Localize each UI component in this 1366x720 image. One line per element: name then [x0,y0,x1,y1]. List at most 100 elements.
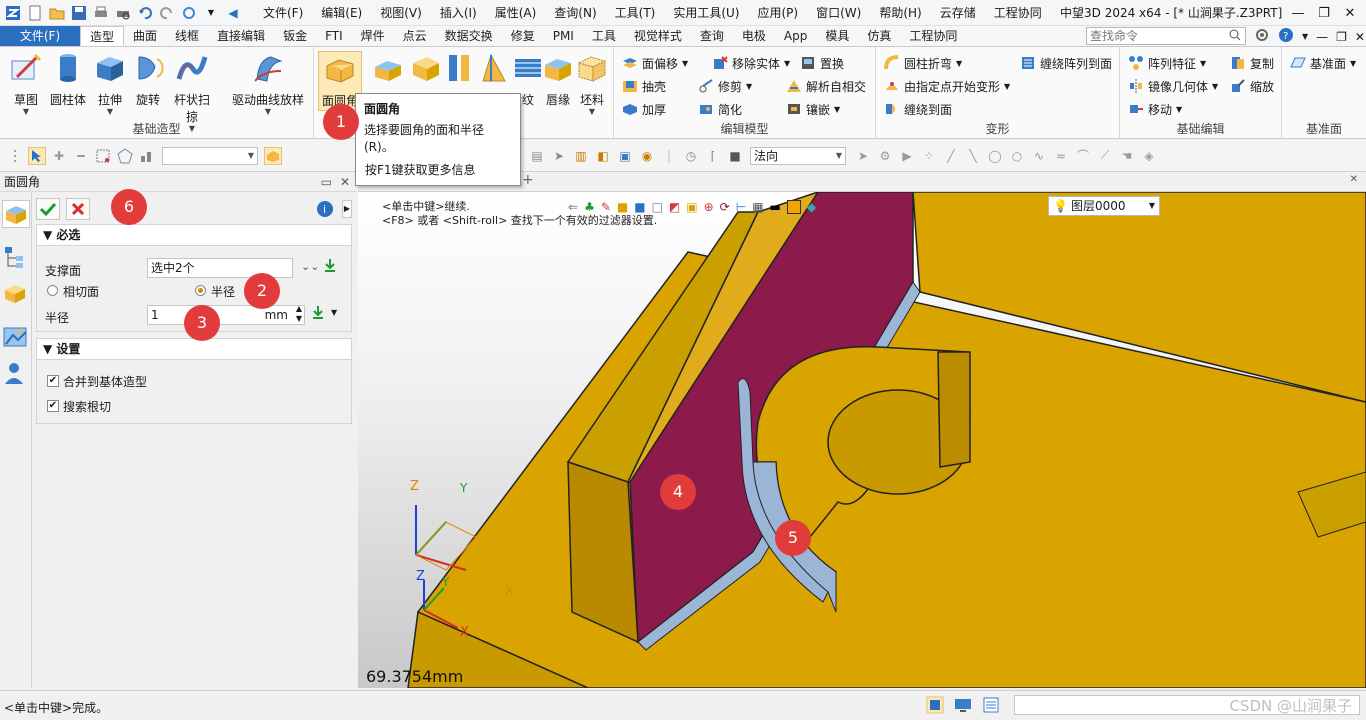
replace-button[interactable]: 置换 [800,53,844,73]
shell-button[interactable]: 抽壳 [622,76,666,96]
history-tree-icon[interactable] [2,244,30,272]
tab-weldment[interactable]: 焊件 [352,26,394,46]
mirror-geometry-button[interactable]: 镜像几何体 ▼ [1128,76,1218,96]
snap-circle-icon[interactable]: ◯ [986,147,1004,165]
panel-pin-icon[interactable]: ▭ [321,172,332,192]
resolve-self-intersect-button[interactable]: 解析自相交 [786,76,866,96]
status-panel-icon[interactable] [926,696,944,717]
wrap-pattern-button[interactable]: 缠绕阵列到面 [1020,53,1112,73]
tab-electrode[interactable]: 电极 [733,26,775,46]
wrap-to-face-button[interactable]: 缠绕到面 [884,99,952,119]
3d-viewport[interactable]: Z Y X Z Y X <单击中键>继续. <F8> 或者 <Shift-rol… [358,192,1366,688]
info-icon[interactable]: i [316,200,334,221]
undo-icon[interactable] [136,4,154,22]
part-icon[interactable] [2,280,30,308]
menu-utilities[interactable]: 实用工具(U) [664,0,748,26]
tab-direct-edit[interactable]: 直接编辑 [208,26,274,46]
tool-palette-icon[interactable]: ◉ [638,147,656,165]
menu-file[interactable]: 文件(F) [254,0,312,26]
deform-from-point-button[interactable]: 由指定点开始变形 ▼ [884,76,1010,96]
cancel-button[interactable] [66,198,90,220]
back-arrow-icon[interactable]: ◀ [224,4,242,22]
tab-modeling[interactable]: 造型 [80,26,125,46]
tool-stop-icon[interactable]: ■ [726,147,744,165]
menu-edit[interactable]: 编辑(E) [312,0,371,26]
user-icon[interactable] [2,360,30,388]
tab-file[interactable]: 文件(F) [0,26,80,46]
command-search-input[interactable]: 查找命令 [1086,27,1246,45]
ribbon-close-icon[interactable]: ✕ [1355,30,1365,44]
select-arrow-icon[interactable] [28,146,46,165]
ribbon-restore-icon[interactable]: ❐ [1336,30,1347,44]
pattern-feature-button[interactable]: 阵列特征 ▼ [1128,53,1206,73]
new-file-icon[interactable] [26,4,44,22]
snap-eye-icon[interactable]: ◈ [1140,147,1158,165]
revolve-button[interactable]: 旋转 [126,51,170,108]
snap-gear-icon[interactable]: ⚙ [876,147,894,165]
docbar-close-icon[interactable]: ✕ [1350,174,1358,185]
vp-box-icon[interactable]: ■ [617,200,628,214]
menu-window[interactable]: 窗口(W) [807,0,870,26]
vp-layer-icon[interactable]: ◆ [807,200,816,214]
tab-query[interactable]: 查询 [691,26,733,46]
trim-button[interactable]: 修剪 ▼ [698,76,752,96]
help-icon[interactable]: ? [1278,27,1294,46]
merge-checkbox[interactable]: ✔ [47,375,59,387]
minimize-icon[interactable]: — [1288,3,1308,23]
tab-visual-style[interactable]: 视觉样式 [625,26,691,46]
ribbon-dropdown-icon[interactable]: ▼ [1302,32,1308,41]
status-monitor-icon[interactable] [954,696,972,717]
tool-pointer-icon[interactable]: ➤ [550,147,568,165]
tool-grid-icon[interactable]: ▤ [528,147,546,165]
vp-rotate-icon[interactable]: ⟳ [720,200,730,214]
snap-wave2-icon[interactable]: ≈ [1052,147,1070,165]
add-tab-icon[interactable]: + [522,172,534,188]
required-section-header[interactable]: ▼ 必选 [36,224,352,246]
settings-section-header[interactable]: ▼ 设置 [36,338,352,360]
print-preview-icon[interactable] [114,4,132,22]
tab-surface[interactable]: 曲面 [124,26,166,46]
polygon-select-icon[interactable] [116,147,134,165]
tab-simulation[interactable]: 仿真 [858,26,900,46]
redo-icon[interactable] [158,4,176,22]
tab-tools[interactable]: 工具 [583,26,625,46]
regenerate-icon[interactable] [180,4,198,22]
menu-tools[interactable]: 工具(T) [606,0,665,26]
snap-circle2-icon[interactable]: ○ [1008,147,1026,165]
snap-slash-icon[interactable]: ⟋ [1096,147,1114,165]
view-manager-icon[interactable] [2,324,30,352]
menu-insert[interactable]: 插入(I) [431,0,486,26]
tab-point-cloud[interactable]: 点云 [394,26,436,46]
inlay-button[interactable]: 镶嵌 ▼ [786,99,840,119]
status-list-icon[interactable] [982,696,1000,717]
face-offset-button[interactable]: 面偏移 ▼ [622,53,688,73]
tab-wireframe[interactable]: 线框 [166,26,208,46]
tab-sheetmetal[interactable]: 钣金 [274,26,316,46]
vp-pen-icon[interactable]: ✎ [601,200,611,214]
layer-combo[interactable]: 💡 图层0000 ▼ [1048,196,1160,216]
spinner-icon[interactable]: ▲ ▼ [296,304,302,324]
snap-pointer-icon[interactable]: ➤ [854,147,872,165]
tab-app[interactable]: App [775,26,816,46]
vp-dimension-icon[interactable]: ⊢ [736,200,746,214]
tab-fti[interactable]: FTI [316,26,352,46]
cylinder-bend-button[interactable]: 圆柱折弯 ▼ [884,53,962,73]
thicken-button[interactable]: 加厚 [622,99,666,119]
green-pick-icon[interactable] [323,258,337,277]
drive-curve-loft-button[interactable]: 驱动曲线放样 ▼ [228,51,308,116]
print-icon[interactable] [92,4,110,22]
tab-engineering-collab[interactable]: 工程协同 [900,26,966,46]
tool-table-icon[interactable]: ▥ [572,147,590,165]
feature-panel-icon[interactable] [1,200,30,228]
datum-plane-button[interactable]: 基准面 ▼ [1290,53,1356,73]
copy-button[interactable]: 复制 [1230,53,1274,73]
green-pick-icon[interactable] [311,305,325,324]
vp-wire-icon[interactable]: □ [652,200,663,214]
save-icon[interactable] [70,4,88,22]
tab-pmi[interactable]: PMI [544,26,583,46]
snap-play-icon[interactable]: ▶ [898,147,916,165]
vp-back-icon[interactable]: ⇐ [568,200,578,214]
tool-image-icon[interactable]: ▣ [616,147,634,165]
snap-wave-icon[interactable]: ∿ [1030,147,1048,165]
tool-render-icon[interactable]: ◧ [594,147,612,165]
